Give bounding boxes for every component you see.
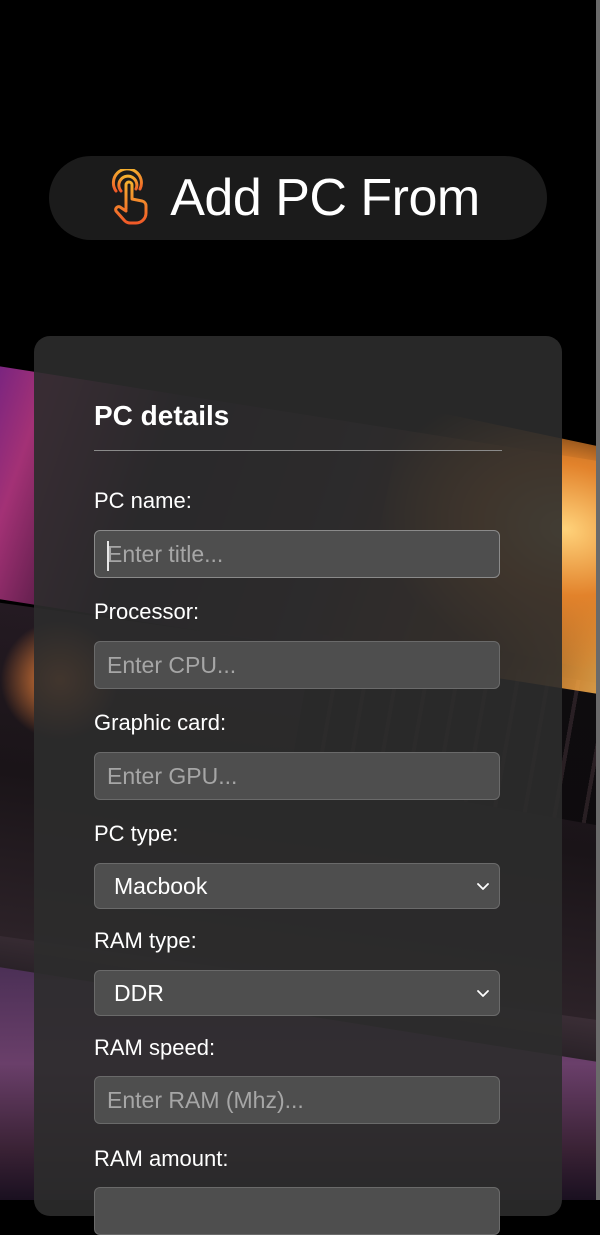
section-divider: [94, 450, 502, 451]
graphic-card-label: Graphic card:: [94, 710, 227, 735]
text-caret: [107, 541, 109, 571]
section-title: PC details: [94, 400, 230, 431]
processor-input[interactable]: [94, 641, 500, 689]
ram-speed-input[interactable]: [94, 1076, 500, 1124]
pc-type-value: Macbook: [114, 872, 208, 899]
tap-hand-icon: [112, 169, 148, 225]
ram-speed-label: RAM speed:: [94, 1035, 216, 1060]
pc-name-label: PC name:: [94, 488, 192, 513]
pc-details-form: PC details PC name: Processor: Graphic c…: [34, 336, 562, 1235]
pc-name-input[interactable]: [94, 530, 500, 578]
ram-type-select[interactable]: DDR: [94, 970, 500, 1016]
ram-type-value: DDR: [114, 979, 164, 1006]
page-scrollbar[interactable]: [596, 0, 600, 1200]
processor-label: Processor:: [94, 599, 200, 624]
page-title: Add PC From: [170, 169, 480, 227]
ram-amount-input[interactable]: [94, 1187, 500, 1235]
pc-type-select[interactable]: Macbook: [94, 863, 500, 909]
ram-amount-label: RAM amount:: [94, 1146, 229, 1171]
page-header: Add PC From: [49, 156, 547, 240]
graphic-card-input[interactable]: [94, 752, 500, 800]
pc-type-label: PC type:: [94, 821, 179, 846]
ram-type-label: RAM type:: [94, 928, 197, 953]
chevron-down-icon: [477, 990, 489, 997]
chevron-down-icon: [477, 883, 489, 890]
